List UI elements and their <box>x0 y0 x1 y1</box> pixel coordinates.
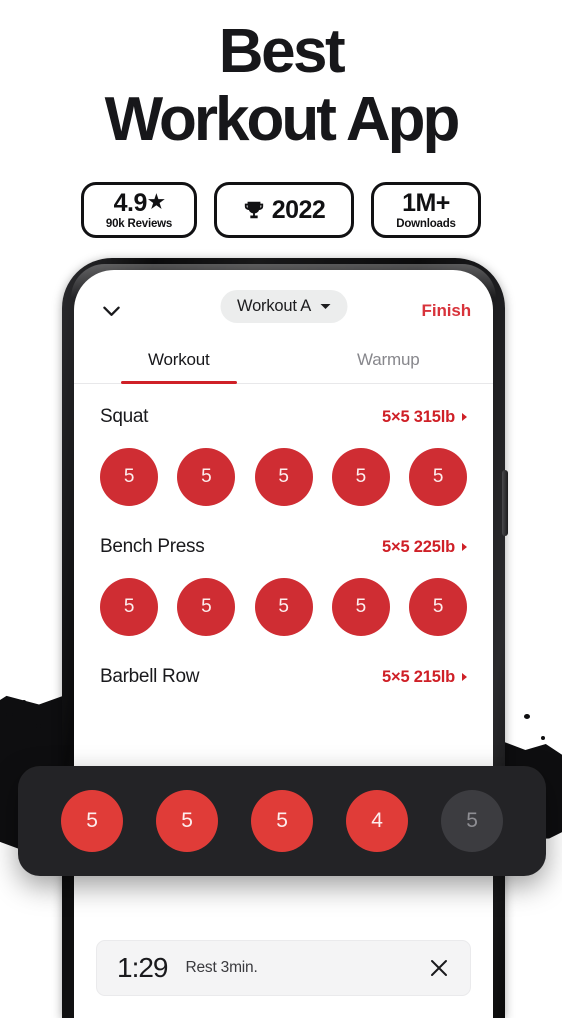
exercise-target-label: 5×5 215lb <box>382 667 455 686</box>
set-dot[interactable]: 5 <box>254 448 313 506</box>
chevron-right-icon <box>462 413 467 421</box>
set-dot[interactable]: 5 <box>254 578 313 636</box>
exercise-row[interactable]: Squat 5×5 315lb <box>74 384 493 428</box>
splatter-fleck <box>6 712 13 717</box>
splatter-fleck <box>524 714 530 719</box>
set-row: 5 5 5 5 5 <box>74 428 493 514</box>
phone-power-button[interactable] <box>502 470 508 536</box>
caret-down-icon <box>320 304 331 309</box>
star-icon: ★ <box>147 191 165 213</box>
set-dot[interactable]: 5 <box>409 448 467 506</box>
badge-downloads-value: 1M+ <box>402 188 450 217</box>
exercise-target[interactable]: 5×5 225lb <box>382 538 467 557</box>
badge-rating-caption: 90k Reviews <box>105 217 173 230</box>
exercise-name: Barbell Row <box>100 666 200 687</box>
set-dot[interactable]: 5 <box>331 578 390 636</box>
workout-selector[interactable]: Workout A <box>219 290 348 323</box>
exercise-name: Squat <box>100 406 149 427</box>
badge-row: 4.9 ★ 90k Reviews 2022 1M+ Downloads <box>0 178 562 242</box>
set-dot-highlight[interactable]: 4 <box>346 790 408 852</box>
rest-timer-label: Rest 3min. <box>185 959 258 976</box>
close-icon[interactable] <box>428 957 450 979</box>
rest-timer-bar: 1:29 Rest 3min. <box>96 940 471 996</box>
exercise-row[interactable]: Barbell Row 5×5 215lb <box>74 644 493 688</box>
collapse-button[interactable] <box>96 296 126 326</box>
badge-rating-value: 4.9 <box>113 188 148 217</box>
highlighted-set-card: 5 5 5 4 5 <box>18 766 546 876</box>
exercise-name: Bench Press <box>100 536 205 557</box>
set-dot[interactable]: 5 <box>100 448 158 506</box>
exercise-list: Squat 5×5 315lb 5 5 5 5 5 Bench Press 5×… <box>74 384 493 688</box>
headline-line-1: Best <box>218 17 346 86</box>
badge-downloads: 1M+ Downloads <box>371 182 481 238</box>
chevron-right-icon <box>462 673 467 681</box>
app-top-bar: Workout A Finish <box>74 270 493 336</box>
rest-timer-value: 1:29 <box>117 952 168 983</box>
set-dot[interactable]: 5 <box>177 448 236 506</box>
phone-mockup: Workout A Finish Workout Warmup Squat 5×… <box>62 258 508 1018</box>
set-dot[interactable]: 5 <box>331 448 390 506</box>
splatter-fleck <box>36 724 41 728</box>
set-row: 5 5 5 5 5 <box>74 558 493 644</box>
workout-selector-label: Workout A <box>236 297 312 315</box>
splatter-fleck <box>22 700 26 704</box>
set-dot-highlight[interactable]: 5 <box>61 790 123 852</box>
tab-workout[interactable]: Workout <box>74 336 284 383</box>
exercise-row[interactable]: Bench Press 5×5 225lb <box>74 514 493 558</box>
set-dot-pending[interactable]: 5 <box>441 790 503 852</box>
badge-rating: 4.9 ★ 90k Reviews <box>81 182 197 238</box>
badge-award: 2022 <box>214 182 354 238</box>
exercise-target-label: 5×5 315lb <box>382 407 455 426</box>
scroll-fade <box>74 878 493 918</box>
set-dot-highlight[interactable]: 5 <box>251 790 313 852</box>
chevron-down-icon <box>102 306 120 317</box>
tab-warmup[interactable]: Warmup <box>284 336 494 383</box>
set-dot[interactable]: 5 <box>409 578 467 636</box>
exercise-target[interactable]: 5×5 315lb <box>382 408 467 427</box>
trophy-icon <box>243 199 265 221</box>
tab-bar: Workout Warmup <box>74 336 493 384</box>
badge-downloads-caption: Downloads <box>396 217 456 230</box>
headline-line-2: Workout App <box>104 84 461 154</box>
set-dot[interactable]: 5 <box>177 578 236 636</box>
set-dot[interactable]: 5 <box>100 578 158 636</box>
chevron-right-icon <box>462 543 467 551</box>
exercise-target[interactable]: 5×5 215lb <box>382 668 467 687</box>
phone-screen: Workout A Finish Workout Warmup Squat 5×… <box>74 270 493 1018</box>
set-dot-highlight[interactable]: 5 <box>156 790 218 852</box>
badge-rating-value-wrap: 4.9 ★ <box>113 188 165 217</box>
hero-header: Best Workout App <box>0 0 562 172</box>
exercise-target-label: 5×5 225lb <box>382 537 455 556</box>
finish-button[interactable]: Finish <box>422 301 472 321</box>
splatter-fleck <box>541 736 545 740</box>
badge-award-value: 2022 <box>271 195 326 224</box>
